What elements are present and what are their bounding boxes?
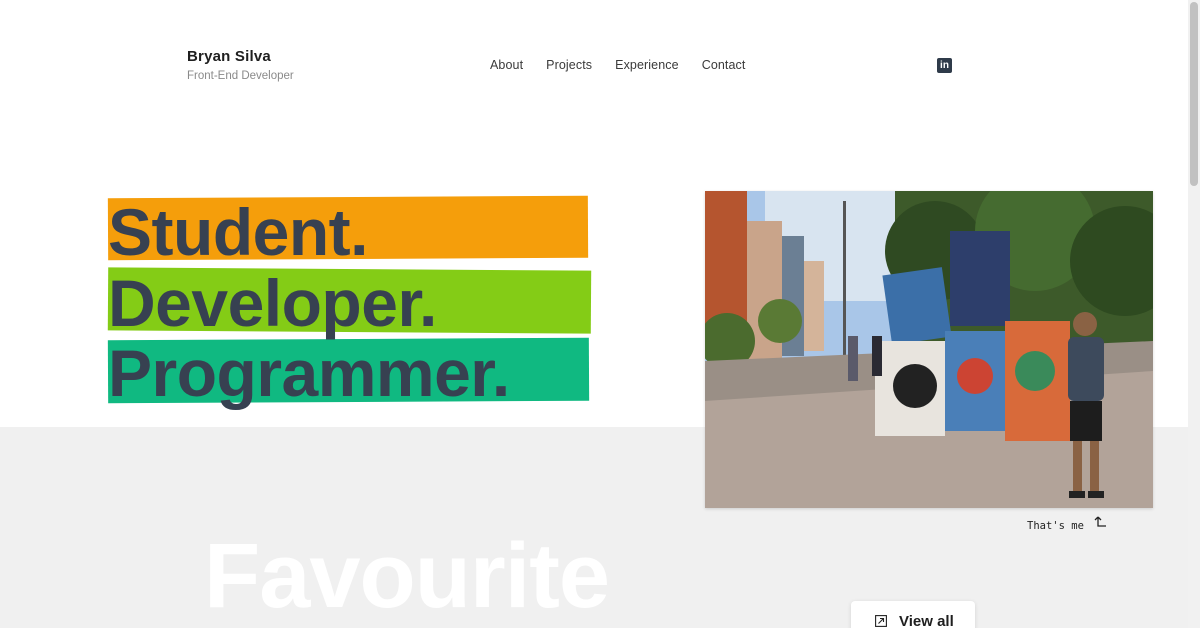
- moon-icon[interactable]: [970, 58, 986, 74]
- hero-line-student: Student.: [108, 195, 368, 269]
- section-title: Favourite: [204, 525, 610, 627]
- nav-projects[interactable]: Projects: [546, 58, 592, 72]
- brand[interactable]: Bryan Silva Front-End Developer: [187, 48, 294, 82]
- view-all-label: View all: [899, 612, 954, 628]
- nav-contact[interactable]: Contact: [702, 58, 746, 72]
- hero-line-programmer: Programmer.: [108, 336, 510, 410]
- portfolio-page: Bryan Silva Front-End Developer About Pr…: [0, 0, 1200, 628]
- brand-name: Bryan Silva: [187, 48, 271, 65]
- linkedin-icon[interactable]: in: [937, 58, 952, 73]
- view-all-button[interactable]: View all: [851, 601, 975, 628]
- scrollbar-thumb[interactable]: [1190, 2, 1198, 186]
- hero-line-developer: Developer.: [108, 266, 437, 340]
- main-nav: About Projects Experience Contact: [490, 58, 768, 72]
- external-link-icon: [875, 615, 887, 627]
- nav-experience[interactable]: Experience: [615, 58, 679, 72]
- arrow-up-left-icon: [1094, 516, 1106, 527]
- profile-photo: [705, 191, 1153, 508]
- brand-role: Front-End Developer: [187, 70, 294, 82]
- linkedin-icon-label: in: [940, 60, 949, 71]
- photo-caption: That's me: [1027, 520, 1084, 532]
- nav-about[interactable]: About: [490, 58, 523, 72]
- page-scrollbar[interactable]: [1188, 0, 1200, 628]
